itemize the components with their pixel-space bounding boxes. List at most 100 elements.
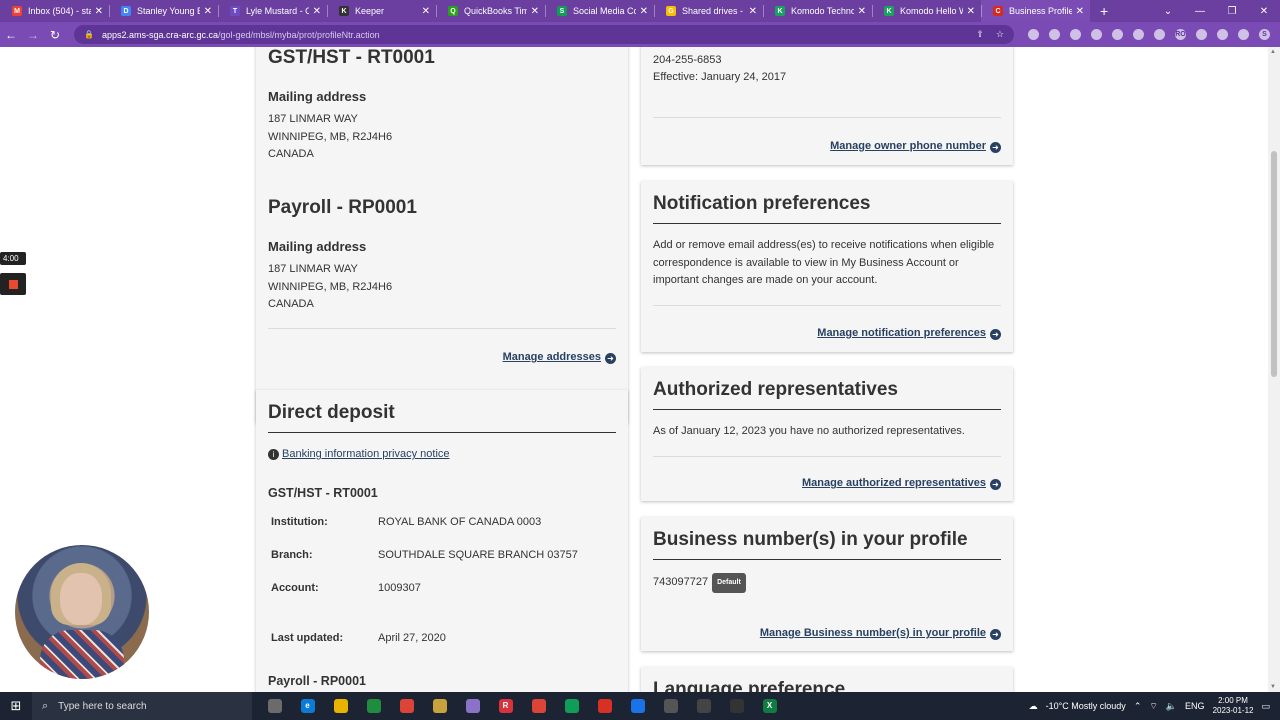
browser-tab[interactable]: C Business Profile ✕ <box>981 0 1090 22</box>
taskbar-app-button[interactable] <box>324 692 357 720</box>
extension-icon[interactable]: S <box>1259 29 1270 40</box>
close-tab-icon[interactable]: ✕ <box>531 6 539 17</box>
browser-tab[interactable]: T Lyle Mustard - Oya ✕ <box>218 0 327 22</box>
taskbar-app-button[interactable] <box>555 692 588 720</box>
close-tab-icon[interactable]: ✕ <box>422 6 430 17</box>
address-bar[interactable]: 🔒 apps2.ams-sga.cra-arc.gc.ca/gol-ged/mb… <box>74 25 1014 44</box>
restore-button[interactable]: ❐ <box>1216 6 1248 17</box>
extension-icon[interactable]: RO <box>1175 29 1186 40</box>
tray-chevron-icon[interactable]: ⌃ <box>1134 701 1142 712</box>
extension-icon[interactable] <box>1049 29 1060 40</box>
extension-icon[interactable] <box>1238 29 1249 40</box>
taskbar-app-button[interactable] <box>588 692 621 720</box>
bookmark-star-icon[interactable]: ☆ <box>996 29 1004 40</box>
tab-favicon-icon: C <box>993 6 1003 16</box>
manage-business-numbers-link[interactable]: Manage Business number(s) in your profil… <box>760 627 986 639</box>
tab-title: Social Media Conte <box>573 6 636 16</box>
notifications-icon[interactable]: ▭ <box>1261 701 1270 712</box>
browser-tab[interactable]: Q QuickBooks Time - ✕ <box>436 0 545 22</box>
extension-icon[interactable] <box>1133 29 1144 40</box>
taskbar-app-button[interactable] <box>423 692 456 720</box>
browser-tab[interactable]: S Social Media Conte ✕ <box>545 0 654 22</box>
close-tab-icon[interactable]: ✕ <box>640 6 648 17</box>
taskbar-app-button[interactable] <box>687 692 720 720</box>
taskbar-app-button[interactable] <box>390 692 423 720</box>
taskbar-app-button[interactable] <box>357 692 390 720</box>
close-tab-icon[interactable]: ✕ <box>858 6 866 17</box>
taskbar-apps: eRX <box>258 692 786 720</box>
extension-icon[interactable] <box>1070 29 1081 40</box>
taskbar-app-button[interactable]: e <box>291 692 324 720</box>
taskbar-app-button[interactable] <box>258 692 291 720</box>
close-window-button[interactable]: ✕ <box>1248 6 1280 17</box>
taskbar-app-button[interactable]: X <box>753 692 786 720</box>
minimize-button[interactable]: — <box>1184 6 1216 17</box>
close-tab-icon[interactable]: ✕ <box>313 6 321 17</box>
extension-icon[interactable] <box>1217 29 1228 40</box>
browser-tab[interactable]: K Komodo Technolo ✕ <box>763 0 872 22</box>
default-badge: Default <box>712 573 746 593</box>
share-icon[interactable]: ⇪ <box>976 29 984 40</box>
close-tab-icon[interactable]: ✕ <box>204 6 212 17</box>
scroll-down-icon[interactable]: ▼ <box>1270 684 1276 690</box>
notification-title: Notification preferences <box>653 193 1001 224</box>
manage-addresses-link[interactable]: Manage addresses <box>503 351 601 363</box>
scroll-up-icon[interactable]: ▲ <box>1270 49 1276 55</box>
extension-icon[interactable] <box>1028 29 1039 40</box>
tab-favicon-icon: D <box>121 6 131 16</box>
extension-icon[interactable] <box>1154 29 1165 40</box>
extension-icon[interactable] <box>1196 29 1207 40</box>
taskbar-app-icon <box>366 699 381 713</box>
tab-title: Keeper <box>355 6 385 16</box>
weather-text[interactable]: -10°C Mostly cloudy <box>1046 701 1126 711</box>
manage-notifications-link[interactable]: Manage notification preferences <box>817 327 986 339</box>
manage-notifications-row: Manage notification preferences ➜ <box>817 323 1001 341</box>
payroll-heading: Payroll - RP0001 <box>268 197 417 218</box>
privacy-row: i Banking information privacy notice <box>268 446 450 464</box>
taskbar-app-button[interactable] <box>720 692 753 720</box>
taskbar-app-button[interactable] <box>456 692 489 720</box>
taskbar-app-icon <box>267 699 282 713</box>
scrollbar-thumb[interactable] <box>1271 151 1277 377</box>
network-icon[interactable]: ⌔ <box>1149 701 1157 712</box>
browser-tab[interactable]: G Shared drives - Go ✕ <box>654 0 763 22</box>
tab-title: Inbox (504) - stacy <box>28 6 91 16</box>
privacy-notice-link[interactable]: Banking information privacy notice <box>282 448 450 460</box>
clock[interactable]: 2:00 PM 2023-01-12 <box>1213 696 1254 716</box>
browser-tab[interactable]: M Inbox (504) - stacy ✕ <box>0 0 109 22</box>
authorized-reps-body: As of January 12, 2023 you have no autho… <box>653 425 965 437</box>
reload-button[interactable]: ↻ <box>44 28 66 42</box>
language-indicator[interactable]: ENG <box>1185 701 1205 711</box>
taskbar-app-button[interactable] <box>654 692 687 720</box>
browser-tab[interactable]: D Stanley Young Busi ✕ <box>109 0 218 22</box>
back-button[interactable]: ← <box>0 28 22 42</box>
manage-authorized-link[interactable]: Manage authorized representatives <box>802 477 986 489</box>
taskbar-app-button[interactable]: R <box>489 692 522 720</box>
browser-tab[interactable]: K Keeper ✕ <box>327 0 436 22</box>
extension-icon[interactable] <box>1091 29 1102 40</box>
windows-start-icon[interactable]: ⊞ <box>0 698 32 714</box>
taskbar-app-button[interactable] <box>621 692 654 720</box>
system-tray: ☁ -10°C Mostly cloudy ⌃ ⌔ 🔈 ENG 2:00 PM … <box>1029 696 1280 716</box>
taskbar-app-button[interactable] <box>522 692 555 720</box>
tab-search-icon[interactable]: ⌄ <box>1152 6 1184 17</box>
stop-recording-button[interactable] <box>0 273 26 295</box>
close-tab-icon[interactable]: ✕ <box>95 6 103 17</box>
tab-title: Business Profile <box>1009 6 1072 16</box>
taskbar-app-icon <box>531 699 546 713</box>
gst-heading: GST/HST - RT0001 <box>268 47 435 68</box>
new-tab-button[interactable]: + <box>1100 3 1108 19</box>
tab-favicon-icon: M <box>12 6 22 16</box>
close-tab-icon[interactable]: ✕ <box>749 6 757 17</box>
browser-tab[interactable]: K Komodo Hello Wo ✕ <box>872 0 981 22</box>
browser-toolbar: ← → ↻ 🔒 apps2.ams-sga.cra-arc.gc.ca/gol-… <box>0 22 1280 47</box>
manage-owner-phone-link[interactable]: Manage owner phone number <box>830 140 986 152</box>
close-tab-icon[interactable]: ✕ <box>1076 6 1084 17</box>
close-tab-icon[interactable]: ✕ <box>967 6 975 17</box>
forward-button[interactable]: → <box>22 28 44 42</box>
extension-icon[interactable] <box>1112 29 1123 40</box>
page-scrollbar[interactable]: ▲ ▼ <box>1268 47 1280 692</box>
stop-icon <box>8 279 18 289</box>
taskbar-search[interactable]: ⌕ Type here to search <box>32 692 252 720</box>
volume-icon[interactable]: 🔈 <box>1166 701 1177 712</box>
